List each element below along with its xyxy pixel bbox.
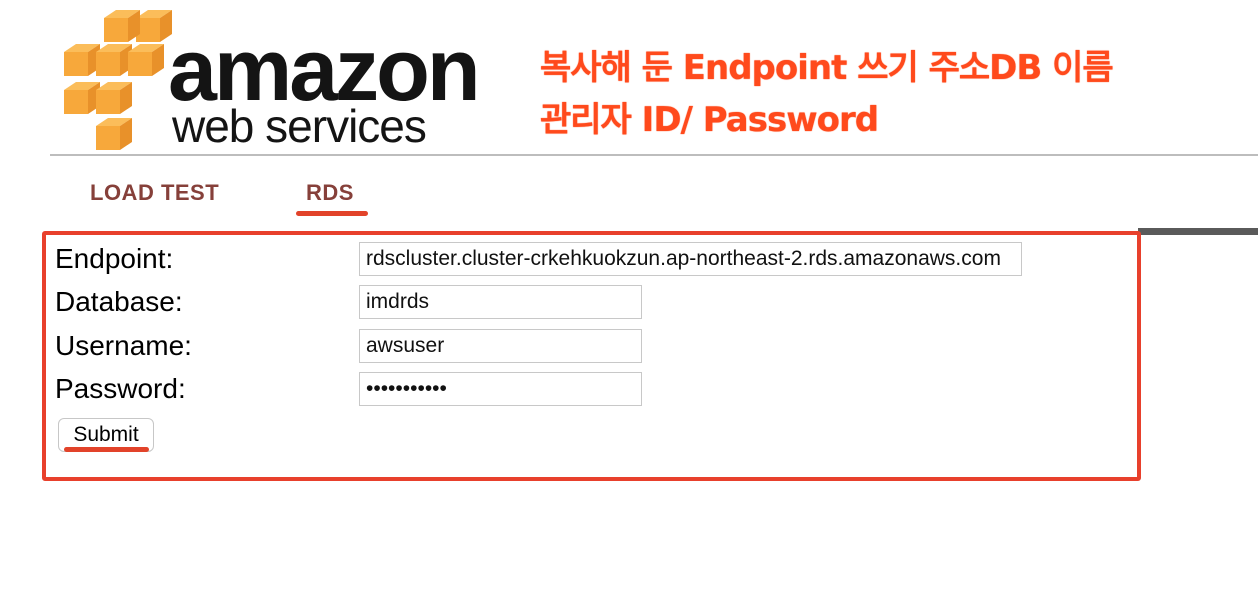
annotation-line-1: 복사해 둔 Endpoint 쓰기 주소DB 이름 (540, 48, 1114, 88)
aws-logo: amazon web services (46, 0, 481, 152)
username-label: Username: (55, 330, 192, 361)
password-input[interactable] (359, 372, 642, 406)
password-label: Password: (55, 373, 186, 404)
database-input[interactable] (359, 285, 642, 319)
logo-webservices-text: web services (172, 100, 427, 152)
tab-rds[interactable]: RDS (306, 180, 354, 206)
aws-cubes-icon (64, 10, 172, 150)
submit-highlight (64, 447, 149, 452)
endpoint-input[interactable] (359, 242, 1022, 276)
logo-amazon-text: amazon (168, 20, 481, 119)
rds-tab-highlight (296, 211, 368, 216)
annotation-line-2: 관리자 ID/ Password (540, 100, 879, 140)
database-label: Database: (55, 286, 183, 317)
endpoint-label: Endpoint: (55, 243, 174, 274)
header-divider (50, 154, 1258, 156)
content-divider (1138, 228, 1258, 235)
tab-load-test[interactable]: LOAD TEST (90, 180, 219, 206)
username-input[interactable] (359, 329, 642, 363)
